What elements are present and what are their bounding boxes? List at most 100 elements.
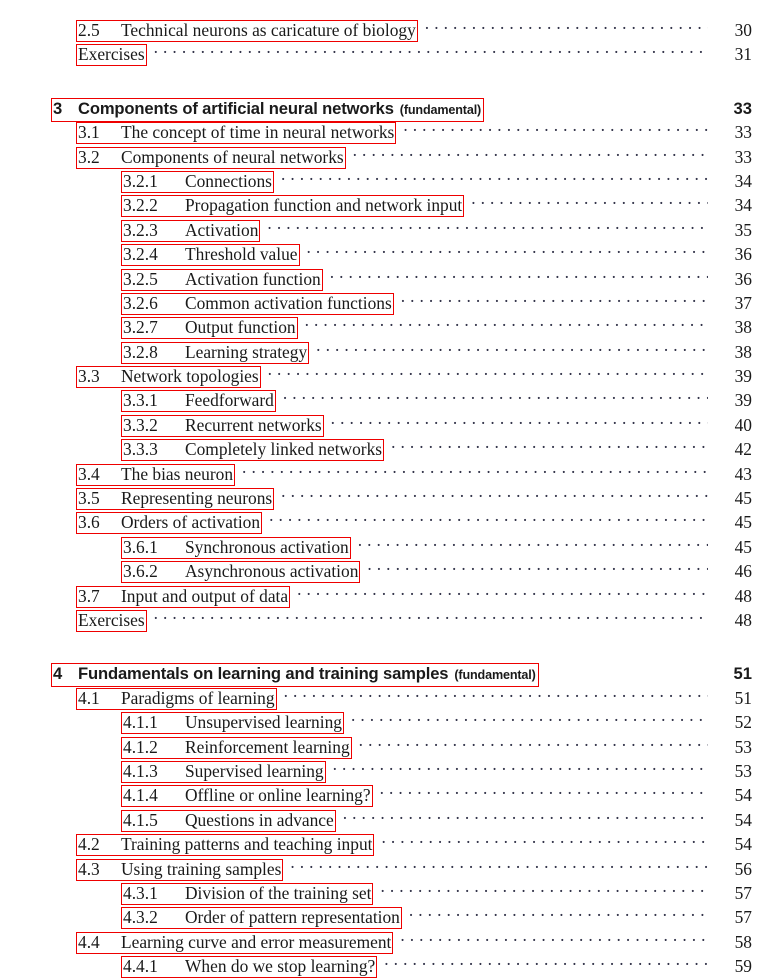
toc-entry[interactable]: 3.6.2 Asynchronous activation 46 xyxy=(0,558,770,584)
toc-entry[interactable]: 3.2.6 Common activation functions 37 xyxy=(0,290,770,315)
toc-entry[interactable]: 4.1.2 Reinforcement learning 53 xyxy=(0,734,770,759)
toc-entry-title: Division of the training set xyxy=(185,882,372,903)
toc-entry[interactable]: 3.5 Representing neurons 45 xyxy=(0,485,770,511)
toc-entry-number: 4.1.3 xyxy=(123,760,158,781)
toc-entry[interactable]: 3.2.1 Connections 34 xyxy=(0,168,770,193)
toc-entry[interactable]: 3.3.1 Feedforward 39 xyxy=(0,387,770,413)
toc-entry-number: 3.2.5 xyxy=(123,268,158,289)
toc-entry-highlight-box[interactable]: 3.2.7 Output function xyxy=(121,317,298,340)
toc-entry-highlight-box[interactable]: Exercises xyxy=(76,44,147,67)
toc-entry[interactable]: Exercises 31 xyxy=(0,41,770,67)
toc-entry[interactable]: Exercises 48 xyxy=(0,607,770,632)
toc-entry-highlight-box[interactable]: 3.3 Network topologies xyxy=(76,366,261,389)
toc-entry[interactable]: 4.3 Using training samples 56 xyxy=(0,856,770,881)
dot-leader xyxy=(154,607,708,626)
toc-entry[interactable]: 3.4 The bias neuron 43 xyxy=(0,461,770,486)
toc-entry-highlight-box[interactable]: 3.4 The bias neuron xyxy=(76,463,236,486)
toc-entry-number: 4 xyxy=(53,664,63,684)
toc-entry[interactable]: 3.2.7 Output function 38 xyxy=(0,314,770,340)
toc-entry[interactable]: 3.2 Components of neural networks 33 xyxy=(0,144,770,169)
toc-entry[interactable]: 4 Fundamentals on learning and training s… xyxy=(0,660,770,688)
toc-entry[interactable]: 4.1.3 Supervised learning 53 xyxy=(0,758,770,783)
toc-entry-highlight-box[interactable]: 3.3.1 Feedforward xyxy=(121,390,276,413)
toc-entry-highlight-box[interactable]: 4.3.1 Division of the training set xyxy=(121,882,374,905)
toc-entry-page-number: 38 xyxy=(734,341,752,362)
toc-entry-highlight-box[interactable]: 3.7 Input and output of data xyxy=(76,585,291,608)
toc-entry-title: When do we stop learning? xyxy=(185,956,376,977)
toc-entry-title: Exercises xyxy=(78,44,145,65)
toc-entry[interactable]: 3.3.3 Completely linked networks 42 xyxy=(0,436,770,462)
toc-entry-highlight-box[interactable]: Exercises xyxy=(76,609,147,632)
toc-entry[interactable]: 3 Components of artificial neural network… xyxy=(0,95,770,122)
toc-entry-highlight-box[interactable]: 4.1 Paradigms of learning xyxy=(76,687,277,710)
toc-entry[interactable]: 3.2.2 Propagation function and network in… xyxy=(0,192,770,218)
toc-entry[interactable]: 3.2.4 Threshold value 36 xyxy=(0,241,770,267)
toc-entry[interactable]: 3.6.1 Synchronous activation 45 xyxy=(0,534,770,559)
toc-entry-highlight-box[interactable]: 3 Components of artificial neural network… xyxy=(51,97,485,122)
toc-entry[interactable]: 3.2.5 Activation function 36 xyxy=(0,266,770,291)
dot-leader xyxy=(367,558,708,577)
toc-entry[interactable]: 3.7 Input and output of data 48 xyxy=(0,583,770,608)
toc-entry[interactable]: 3.3 Network topologies 39 xyxy=(0,363,770,389)
toc-entry-highlight-box[interactable]: 3.5 Representing neurons xyxy=(76,488,275,511)
toc-entry-highlight-box[interactable]: 4.1.3 Supervised learning xyxy=(121,760,326,783)
toc-entry-number: 3.5 xyxy=(78,488,100,509)
toc-entry-highlight-box[interactable]: 4.1.4 Offline or online learning? xyxy=(121,785,373,808)
toc-entry[interactable]: 4.1.4 Offline or online learning? 54 xyxy=(0,782,770,808)
toc-entry-title: Questions in advance xyxy=(185,809,334,830)
toc-entry-highlight-box[interactable]: 3.6.1 Synchronous activation xyxy=(121,536,351,559)
toc-entry-number: 3.2.3 xyxy=(123,219,158,240)
toc-entry[interactable]: 4.1 Paradigms of learning 51 xyxy=(0,685,770,710)
toc-entry-number: 3.1 xyxy=(78,122,100,143)
toc-entry-highlight-box[interactable]: 3.2.8 Learning strategy xyxy=(121,341,310,364)
toc-entry-highlight-box[interactable]: 3.3.3 Completely linked networks xyxy=(121,439,385,462)
toc-entry[interactable]: 4.4 Learning curve and error measurement 5… xyxy=(0,929,770,954)
toc-entry-highlight-box[interactable]: 3.2.1 Connections xyxy=(121,170,274,193)
toc-entry-highlight-box[interactable]: 3.2.6 Common activation functions xyxy=(121,292,394,315)
toc-entry-title: Training patterns and teaching input xyxy=(121,834,373,855)
toc-entry[interactable]: 2.5 Technical neurons as caricature of bi… xyxy=(0,17,770,42)
toc-entry[interactable]: 4.3.1 Division of the training set 57 xyxy=(0,880,770,905)
toc-entry-highlight-box[interactable]: 3.3.2 Recurrent networks xyxy=(121,414,324,437)
toc-entry-page-number: 56 xyxy=(734,858,752,879)
toc-entry-highlight-box[interactable]: 4 Fundamentals on learning and training s… xyxy=(51,663,539,688)
toc-entry-highlight-box[interactable]: 4.4.1 When do we stop learning? xyxy=(121,956,378,978)
toc-entry[interactable]: 3.2.3 Activation 35 xyxy=(0,217,770,242)
toc-entry-number: 4.1.1 xyxy=(123,712,158,733)
toc-entry[interactable]: 3.3.2 Recurrent networks 40 xyxy=(0,412,770,437)
toc-entry-number: 4.1.4 xyxy=(123,785,158,806)
toc-entry-highlight-box[interactable]: 4.2 Training patterns and teaching input xyxy=(76,834,375,857)
toc-entry-highlight-box[interactable]: 3.2.4 Threshold value xyxy=(121,244,300,267)
toc-entry[interactable]: 3.6 Orders of activation 45 xyxy=(0,509,770,535)
toc-entry[interactable]: 3.1 The concept of time in neural network… xyxy=(0,119,770,145)
toc-entry-highlight-box[interactable]: 3.2.5 Activation function xyxy=(121,268,323,291)
toc-entry[interactable]: 3.2.8 Learning strategy 38 xyxy=(0,339,770,364)
toc-entry-highlight-box[interactable]: 4.1.2 Reinforcement learning xyxy=(121,736,352,759)
dot-leader xyxy=(401,290,708,309)
toc-entry-highlight-box[interactable]: 3.2 Components of neural networks xyxy=(76,146,346,169)
toc-entry-title: The concept of time in neural networks xyxy=(121,122,395,143)
toc-entry-highlight-box[interactable]: 4.1.1 Unsupervised learning xyxy=(121,712,344,735)
toc-entry[interactable]: 4.2 Training patterns and teaching input 5… xyxy=(0,831,770,857)
toc-entry-highlight-box[interactable]: 3.2.2 Propagation function and network in… xyxy=(121,195,465,218)
toc-entry-highlight-box[interactable]: 4.4 Learning curve and error measurement xyxy=(76,931,394,954)
toc-entry-tag: (fundamental) xyxy=(399,102,482,117)
toc-entry-highlight-box[interactable]: 4.3 Using training samples xyxy=(76,858,284,881)
dot-leader xyxy=(305,314,708,333)
toc-entry-highlight-box[interactable]: 3.2.3 Activation xyxy=(121,219,261,242)
toc-entry[interactable]: 4.3.2 Order of pattern representation 57 xyxy=(0,904,770,930)
toc-entry-highlight-box[interactable]: 2.5 Technical neurons as caricature of bi… xyxy=(76,20,418,42)
toc-entry-title: Feedforward xyxy=(185,390,274,411)
toc-entry-page-number: 45 xyxy=(734,512,752,533)
toc-entry-highlight-box[interactable]: 4.1.5 Questions in advance xyxy=(121,809,336,832)
toc-entry-page-number: 33 xyxy=(733,98,752,118)
toc-entry-highlight-box[interactable]: 3.1 The concept of time in neural network… xyxy=(76,122,397,145)
toc-entry-highlight-box[interactable]: 3.6.2 Asynchronous activation xyxy=(121,561,361,584)
dot-leader xyxy=(268,363,708,382)
toc-entry[interactable]: 4.1.5 Questions in advance 54 xyxy=(0,807,770,832)
toc-entry[interactable]: 4.1.1 Unsupervised learning 52 xyxy=(0,709,770,735)
dot-leader xyxy=(353,144,708,163)
toc-entry[interactable]: 4.4.1 When do we stop learning? 59 xyxy=(0,953,770,978)
toc-entry-highlight-box[interactable]: 3.6 Orders of activation xyxy=(76,512,263,535)
toc-entry-highlight-box[interactable]: 4.3.2 Order of pattern representation xyxy=(121,907,402,930)
